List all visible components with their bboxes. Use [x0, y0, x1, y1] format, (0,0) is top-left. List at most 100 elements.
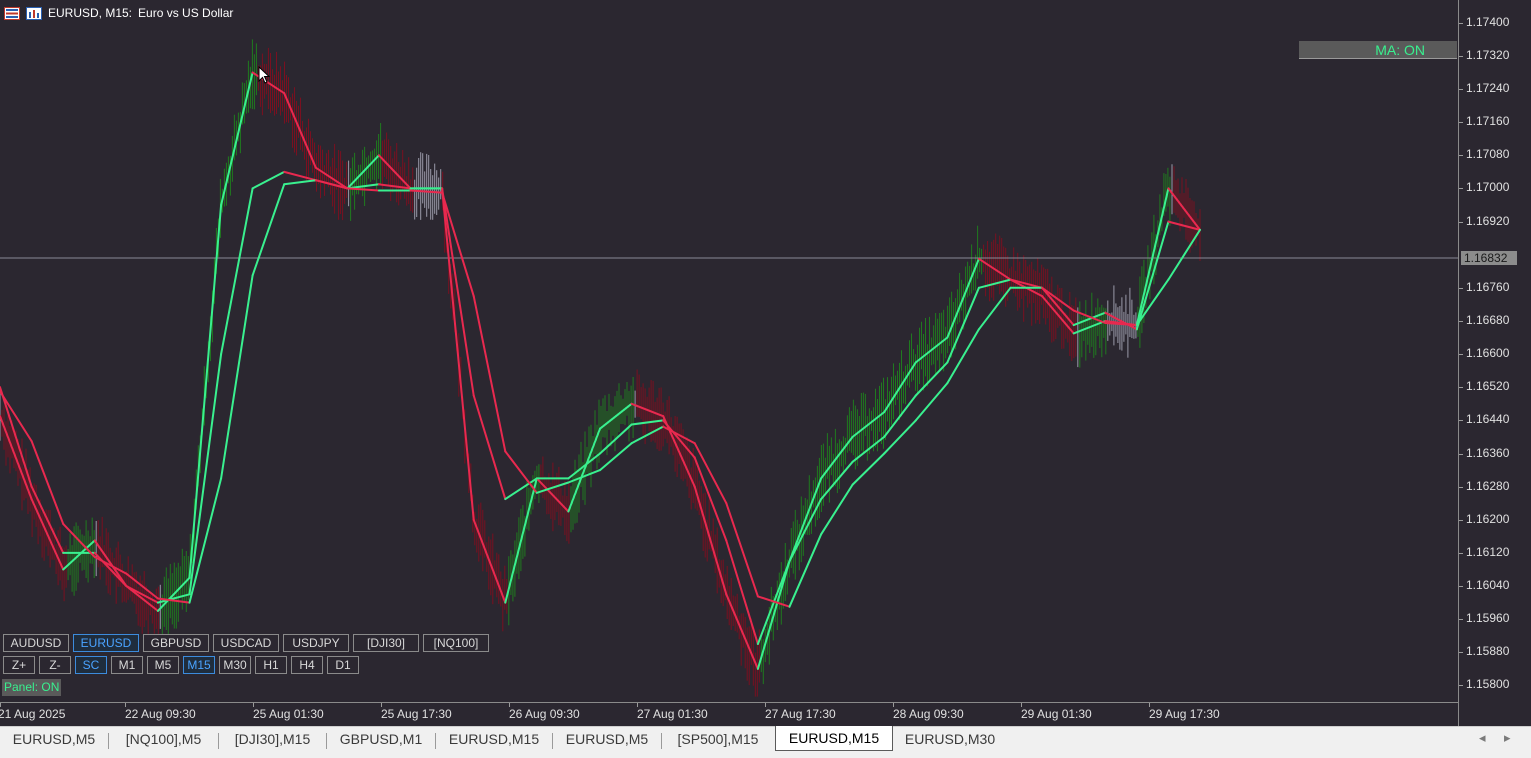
- ma-toggle[interactable]: MA: ON: [1299, 41, 1457, 59]
- tab-gbpusdm1[interactable]: GBPUSD,M1: [327, 727, 435, 753]
- ma-slower-segment: [1167, 228, 1201, 281]
- ma-slower-segment: [630, 425, 665, 445]
- time-tick-label: 29 Aug 01:30: [1021, 707, 1092, 721]
- tab-scroll-left-icon[interactable]: ◂: [1479, 730, 1486, 746]
- timeframe-button-m5[interactable]: M5: [147, 656, 179, 674]
- symbol-button-usdcad[interactable]: USDCAD: [213, 634, 279, 652]
- tab-eurusdm30[interactable]: EURUSD,M30: [891, 727, 1009, 753]
- symbol-button-row: AUDUSD EURUSD GBPUSD USDCAD USDJPY [DJI30] [NQ…: [3, 634, 489, 652]
- price-tick-mark: [1459, 586, 1463, 588]
- ma-fast-segment: [788, 477, 823, 563]
- tab-nq100m5[interactable]: [NQ100],M5: [109, 727, 218, 753]
- timeframe-button-d1[interactable]: D1: [327, 656, 359, 674]
- trade-list-icon[interactable]: [4, 6, 20, 20]
- ma-slower-segment: [914, 382, 949, 422]
- price-tick-mark: [1459, 320, 1463, 322]
- price-tick-label: 1.17240: [1466, 81, 1510, 96]
- ma-slow-segment: [472, 394, 507, 501]
- price-tick-mark: [1459, 22, 1463, 24]
- symbol-button-audusd[interactable]: AUDUSD: [3, 634, 69, 652]
- price-tick-mark: [1459, 221, 1463, 223]
- timeframe-button-h1[interactable]: H1: [255, 656, 287, 674]
- ma-fast-segment: [220, 71, 254, 206]
- panel-toggle[interactable]: Panel: ON: [2, 679, 62, 696]
- timeframe-button-zplus[interactable]: Z+: [3, 656, 35, 674]
- ma-slower-segment: [788, 533, 823, 608]
- tab-eurusdm15[interactable]: EURUSD,M15: [436, 727, 552, 753]
- ma-slower-segment: [251, 183, 286, 277]
- price-tick-label: 1.16440: [1466, 412, 1510, 427]
- price-tick-label: 1.16040: [1466, 578, 1510, 593]
- tab-separator: [108, 733, 109, 749]
- tab-eurusdm5[interactable]: EURUSD,M5: [0, 727, 108, 753]
- tab-separator: [552, 733, 553, 749]
- ma-fast-segment: [567, 427, 601, 513]
- ma-fast-segment: [0, 415, 33, 501]
- chart-tabs-bar: ◂ ▸ EURUSD,M5 [NQ100],M5 [DJI30],M15 GBPUSD…: [0, 726, 1531, 758]
- price-tick-label: 1.16520: [1466, 379, 1510, 394]
- time-scale[interactable]: 21 Aug 2025 22 Aug 09:30 25 Aug 01:30 25 Au…: [0, 702, 1458, 727]
- tab-eurusdm5[interactable]: EURUSD,M5: [553, 727, 661, 753]
- price-chart[interactable]: [0, 0, 1458, 702]
- time-tick-label: 25 Aug 17:30: [381, 707, 452, 721]
- time-tick-label: 29 Aug 17:30: [1149, 707, 1220, 721]
- timeframe-button-h4[interactable]: H4: [291, 656, 323, 674]
- chart-area[interactable]: EURUSD, M15: Euro vs US Dollar MA: ON AU…: [0, 0, 1458, 702]
- price-tick-mark: [1459, 685, 1463, 687]
- ma-fast-segment: [441, 187, 475, 521]
- ma-status-label: MA: ON: [1375, 42, 1425, 58]
- price-tick-mark: [1459, 552, 1463, 554]
- tab-dji30m15[interactable]: [DJI30],M15: [219, 727, 326, 753]
- symbol-button-dji30[interactable]: [DJI30]: [353, 634, 419, 652]
- price-tick-label: 1.15960: [1466, 611, 1510, 626]
- ma-fast-segment: [1135, 187, 1170, 327]
- price-tick-mark: [1459, 652, 1463, 654]
- ma-slow-segment: [0, 386, 33, 488]
- price-tick-mark: [1459, 486, 1463, 488]
- price-tick-label: 1.16120: [1466, 544, 1510, 559]
- timeframe-button-zminus[interactable]: Z-: [39, 656, 71, 674]
- ma-slower-segment: [472, 295, 507, 453]
- price-tick-mark: [1459, 453, 1463, 455]
- ma-slow-segment: [567, 452, 601, 480]
- price-scale[interactable]: 1.16832 1.17400 1.17320 1.17240 1.17160 1.17…: [1458, 0, 1531, 726]
- tab-eurusdm15[interactable]: EURUSD,M15: [775, 726, 893, 751]
- price-tick-label: 1.17160: [1466, 114, 1510, 129]
- symbol-button-eurusd[interactable]: EURUSD: [73, 634, 139, 652]
- price-tick-label: 1.17400: [1466, 14, 1510, 29]
- price-tick-mark: [1459, 619, 1463, 621]
- timeframe-button-m30[interactable]: M30: [219, 656, 251, 674]
- ma-slower-segment: [883, 419, 917, 455]
- tab-sp500m15[interactable]: [SP500],M15: [662, 727, 774, 753]
- ma-fast-segment: [693, 485, 728, 596]
- chart-window-icon[interactable]: [26, 6, 42, 20]
- price-tick-label: 1.16760: [1466, 279, 1510, 294]
- ma-slower-segment: [220, 274, 254, 480]
- tab-scroll-right-icon[interactable]: ▸: [1504, 730, 1511, 746]
- ma-slower-segment: [977, 286, 1012, 331]
- price-tick-label: 1.16360: [1466, 445, 1510, 460]
- chart-header: EURUSD, M15: Euro vs US Dollar: [4, 5, 233, 21]
- symbol-button-nq100[interactable]: [NQ100]: [423, 634, 489, 652]
- symbol-button-usdjpy[interactable]: USDJPY: [283, 634, 349, 652]
- symbol-button-gbpusd[interactable]: GBPUSD: [143, 634, 209, 652]
- time-tick-label: 27 Aug 17:30: [765, 707, 836, 721]
- ma-slower-segment: [599, 442, 633, 472]
- timeframe-button-sc[interactable]: SC: [75, 656, 107, 674]
- time-tick-label: 22 Aug 09:30: [125, 707, 196, 721]
- price-tick-mark: [1459, 354, 1463, 356]
- price-tick-label: 1.16200: [1466, 511, 1510, 526]
- tab-separator: [218, 733, 219, 749]
- price-tick-mark: [1459, 122, 1463, 124]
- ma-slow-segment: [283, 170, 317, 182]
- price-tick-mark: [1459, 287, 1463, 289]
- ma-slower-segment: [283, 179, 317, 186]
- ma-slower-segment: [409, 189, 444, 194]
- chart-symbol-title: EURUSD, M15:: [48, 6, 133, 20]
- timeframe-button-m1[interactable]: M1: [111, 656, 143, 674]
- price-tick-label: 1.16920: [1466, 213, 1510, 228]
- ma-slow-segment: [220, 187, 254, 356]
- time-tick-label: 26 Aug 09:30: [509, 707, 580, 721]
- timeframe-button-m15[interactable]: M15: [183, 656, 215, 674]
- price-tick-mark: [1459, 155, 1463, 157]
